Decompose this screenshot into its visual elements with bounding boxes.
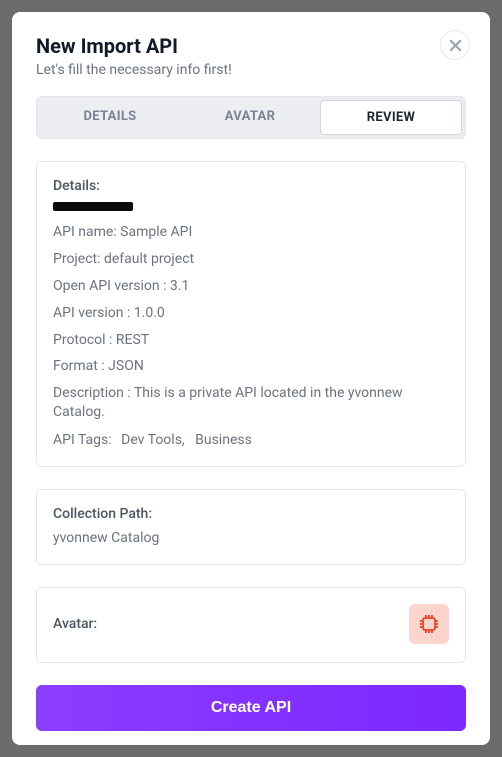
api-version-value: 1.0.0 (134, 305, 165, 321)
create-api-button[interactable]: Create API (36, 685, 466, 731)
close-icon (449, 39, 462, 52)
details-label: Details: (53, 178, 449, 194)
collection-path-label: Collection Path: (53, 506, 449, 522)
redacted-placeholder (53, 202, 133, 211)
openapi-version-row: Open API version : 3.1 (53, 277, 449, 296)
wizard-tabs: DETAILS AVATAR REVIEW (36, 96, 466, 139)
modal-title: New Import API (36, 34, 466, 58)
protocol-value: REST (116, 332, 149, 348)
description-label: Description : (53, 385, 131, 401)
api-version-label: API version : (53, 305, 130, 321)
protocol-row: Protocol : REST (53, 331, 449, 350)
api-name-value: Sample API (120, 224, 192, 240)
import-api-modal: New Import API Let's fill the necessary … (12, 12, 490, 745)
api-tag-2: Business (195, 432, 252, 448)
details-card: Details: API name: Sample API Project: d… (36, 161, 466, 467)
api-name-row: API name: Sample API (53, 223, 449, 242)
project-label: Project: (53, 251, 101, 267)
avatar-preview (409, 604, 449, 644)
modal-subtitle: Let's fill the necessary info first! (36, 62, 466, 78)
protocol-label: Protocol : (53, 332, 112, 348)
api-tags-row: API Tags: Dev Tools, Business (53, 432, 449, 448)
avatar-label: Avatar: (53, 616, 97, 632)
description-row: Description : This is a private API loca… (53, 384, 449, 422)
format-label: Format : (53, 358, 105, 374)
openapi-version-label: Open API version : (53, 278, 166, 294)
avatar-card: Avatar: (36, 587, 466, 663)
api-version-row: API version : 1.0.0 (53, 304, 449, 323)
api-tags-label: API Tags: (53, 432, 112, 448)
collection-path-value: yvonnew Catalog (53, 530, 449, 546)
tab-details[interactable]: DETAILS (40, 100, 180, 135)
tab-review[interactable]: REVIEW (320, 100, 462, 135)
openapi-version-value: 3.1 (170, 278, 189, 294)
tab-avatar[interactable]: AVATAR (180, 100, 320, 135)
project-value: default project (104, 251, 194, 267)
format-value: JSON (108, 358, 144, 374)
format-row: Format : JSON (53, 357, 449, 376)
api-tag-1: Dev Tools, (121, 432, 185, 448)
chip-icon (417, 612, 441, 636)
collection-path-card: Collection Path: yvonnew Catalog (36, 489, 466, 565)
api-name-label: API name: (53, 224, 117, 240)
project-row: Project: default project (53, 250, 449, 269)
close-button[interactable] (440, 30, 470, 60)
